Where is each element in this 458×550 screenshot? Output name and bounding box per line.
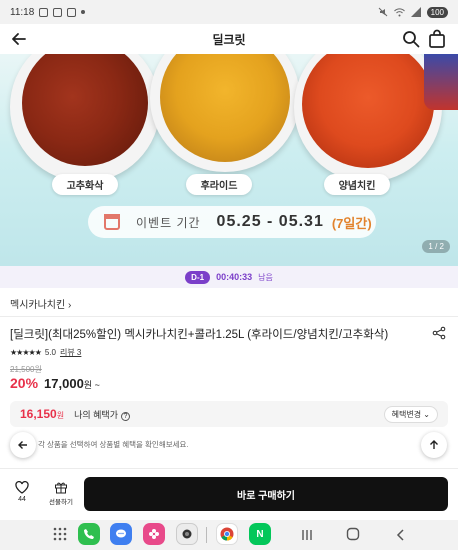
camera-icon bbox=[182, 529, 192, 539]
review-link[interactable]: 리뷰 3 bbox=[60, 347, 81, 358]
event-dates: 05.25 - 05.31 bbox=[216, 213, 324, 230]
calendar-icon bbox=[104, 214, 120, 230]
cast-icon bbox=[67, 7, 77, 17]
event-period-bar: 이벤트 기간 05.25 - 05.31 (7일간) bbox=[88, 206, 376, 238]
like-count: 44 bbox=[18, 496, 26, 503]
divider bbox=[0, 316, 458, 317]
more-notifications-icon bbox=[81, 10, 86, 14]
screenshot-icon bbox=[39, 7, 49, 17]
phone-icon bbox=[84, 529, 94, 539]
event-label: 이벤트 기간 bbox=[136, 215, 201, 230]
deadline-bar: D-1 00:40:33 남음 bbox=[0, 266, 458, 288]
cola-bottle-image bbox=[424, 54, 458, 110]
benefit-label: 나의 혜택가? bbox=[74, 408, 130, 421]
flower-icon bbox=[149, 529, 159, 539]
share-icon[interactable] bbox=[432, 326, 446, 340]
product-title: [딜크릿](최대25%할인) 멕시카나치킨+콜라1.25L (후라이드/양념치킨… bbox=[10, 329, 389, 341]
brand-link[interactable]: 멕시카나치킨 › bbox=[10, 296, 71, 311]
arrow-up-icon bbox=[430, 440, 438, 449]
shopping-bag-icon[interactable] bbox=[426, 28, 448, 50]
search-icon[interactable] bbox=[400, 28, 422, 50]
benefit-note: 각 상품을 선택하여 상품별 혜택을 확인해보세요. bbox=[38, 440, 189, 449]
signal-icon bbox=[410, 7, 421, 17]
countdown-timer: 00:40:33 bbox=[216, 272, 253, 282]
back-float-button[interactable] bbox=[10, 432, 36, 458]
gift-label: 선물하기 bbox=[49, 499, 73, 506]
back-arrow-icon[interactable] bbox=[8, 28, 30, 50]
mute-icon bbox=[378, 7, 387, 17]
rating-value: 5.0 bbox=[44, 348, 56, 357]
help-icon[interactable]: ? bbox=[120, 411, 130, 421]
label-gochu: 고추화삭 bbox=[52, 174, 118, 195]
heart-icon bbox=[15, 480, 29, 494]
notification-icon bbox=[53, 7, 63, 17]
recent-apps-icon[interactable] bbox=[300, 528, 314, 542]
label-seasoned: 양념치킨 bbox=[324, 174, 390, 195]
gallery-app-icon[interactable] bbox=[143, 523, 165, 545]
event-duration: (7일간) bbox=[331, 215, 372, 231]
scroll-top-button[interactable] bbox=[421, 432, 447, 458]
change-benefit-button[interactable]: 혜택변경 ⌄ bbox=[383, 405, 438, 423]
app-header: 딜크릿 bbox=[0, 24, 458, 54]
dday-badge: D-1 bbox=[185, 270, 211, 284]
nav-separator bbox=[206, 527, 207, 543]
sale-price: 17,000원 ~ bbox=[44, 376, 100, 391]
banner-pager: 1 / 2 bbox=[422, 240, 450, 253]
phone-app-icon[interactable] bbox=[78, 523, 100, 545]
arrow-left-icon bbox=[18, 441, 27, 449]
nav-back-icon[interactable] bbox=[394, 528, 408, 542]
chrome-icon bbox=[220, 527, 234, 541]
home-icon[interactable] bbox=[346, 527, 360, 541]
chat-bubble-icon bbox=[116, 529, 126, 538]
price-row: 20% 17,000원 ~ bbox=[10, 375, 100, 391]
product-banner[interactable]: 고추화삭 후라이드 양념치킨 이벤트 기간 05.25 - 05.31 (7일간… bbox=[0, 54, 458, 266]
remaining-label: 남음 bbox=[258, 272, 273, 282]
star-rating-icon: ★★★★★ bbox=[10, 348, 42, 357]
wifi-icon bbox=[393, 8, 405, 17]
gift-button[interactable]: 선물하기 bbox=[46, 481, 76, 506]
discount-rate: 20% bbox=[10, 375, 39, 391]
page-title: 딜크릿 bbox=[212, 32, 246, 47]
purchase-bar: 44 선물하기 바로 구매하기 bbox=[0, 468, 458, 520]
apps-grid-icon[interactable] bbox=[52, 526, 68, 542]
benefit-box: 16,150원 나의 혜택가? 혜택변경 ⌄ bbox=[10, 401, 448, 427]
gift-icon bbox=[55, 482, 67, 494]
label-fried: 후라이드 bbox=[186, 174, 252, 195]
like-button[interactable]: 44 bbox=[10, 480, 34, 503]
naver-app-icon[interactable]: N bbox=[249, 523, 271, 545]
messages-app-icon[interactable] bbox=[110, 523, 132, 545]
camera-app-icon[interactable] bbox=[176, 523, 198, 545]
benefit-price: 16,150원 bbox=[20, 407, 65, 421]
buy-now-button[interactable]: 바로 구매하기 bbox=[84, 477, 448, 511]
chrome-app-icon[interactable] bbox=[216, 523, 238, 545]
status-bar: 11:18 100 bbox=[0, 0, 458, 24]
battery-indicator: 100 bbox=[426, 6, 448, 18]
rating-row: ★★★★★ 5.0 리뷰 3 bbox=[10, 347, 81, 358]
status-time: 11:18 bbox=[10, 6, 35, 18]
original-price: 21,500원 bbox=[10, 365, 42, 374]
